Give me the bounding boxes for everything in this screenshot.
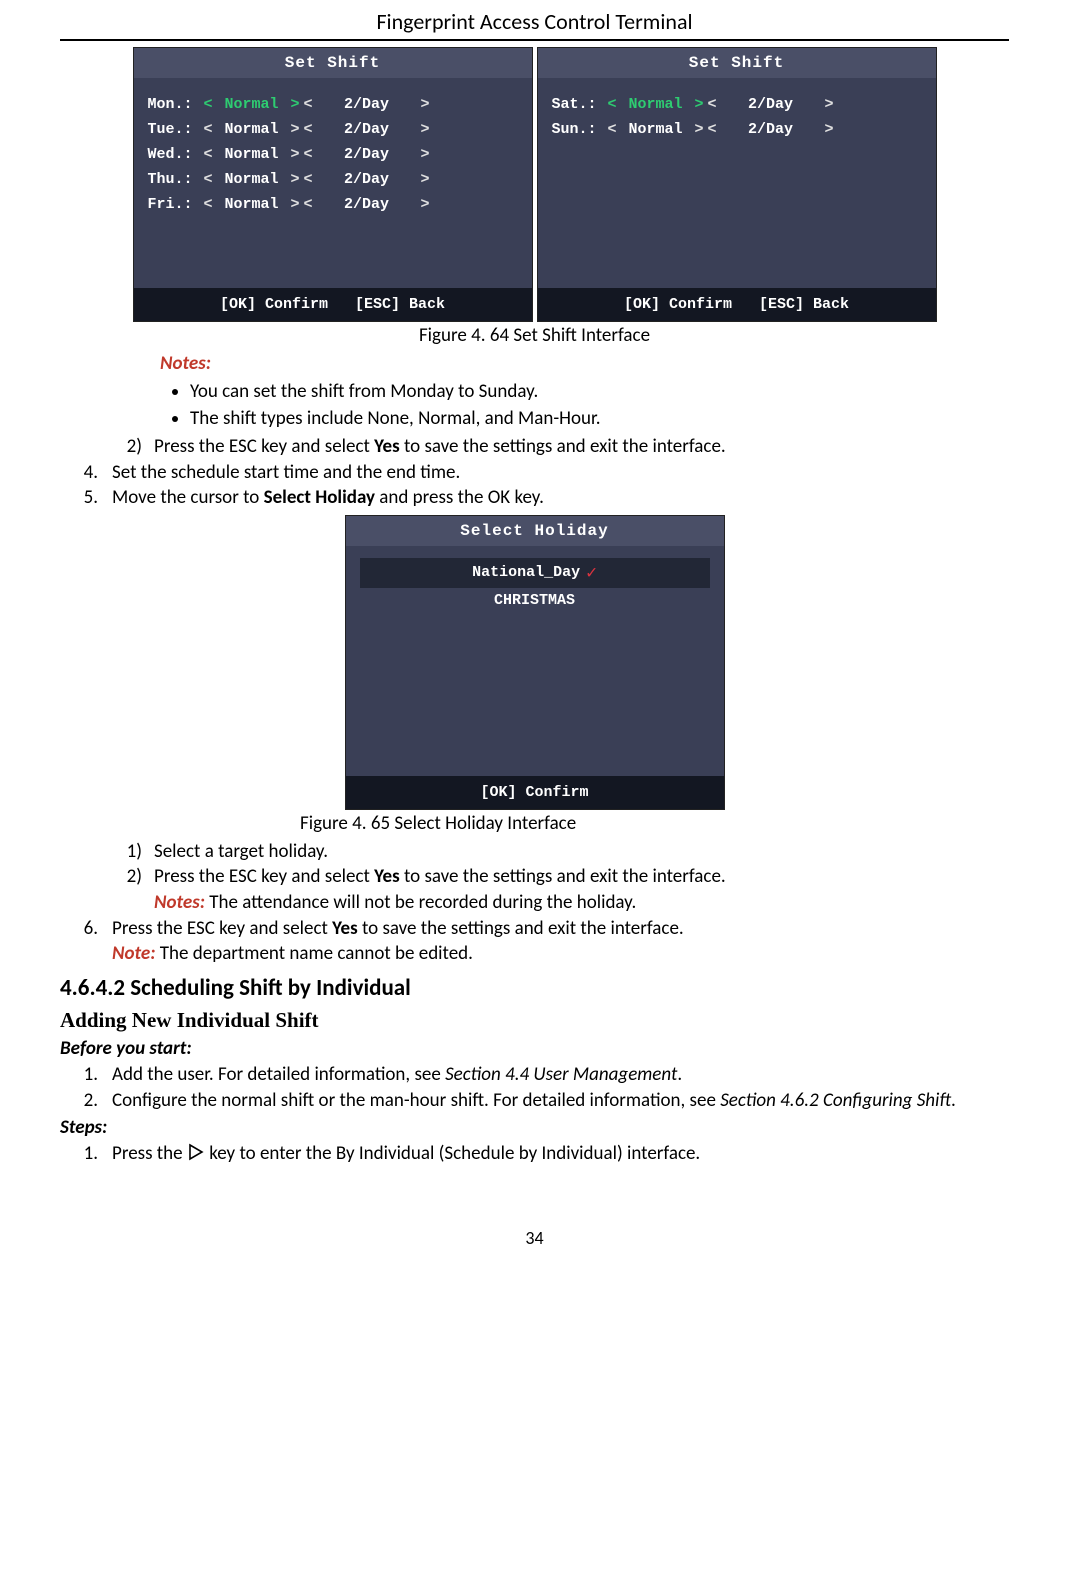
screen-right-title: Set Shift — [538, 48, 936, 78]
step-text: Press the ESC key and select Yes to save… — [112, 916, 684, 942]
step-text: Set the schedule start time and the end … — [112, 460, 460, 486]
step-text: Move the cursor to Select Holiday and pr… — [112, 485, 544, 511]
notes-text: The attendance will not be recorded duri… — [209, 891, 636, 914]
step-number: 2) — [120, 434, 142, 460]
set-shift-screen-right: Set Shift Sat.:<Normal><2/Day> Sun.:<Norm… — [537, 47, 937, 322]
shift-row: Thu.:<Normal><2/Day> — [148, 171, 518, 188]
step-number: 1) — [120, 839, 142, 865]
set-shift-figure: Set Shift Mon.:<Normal><2/Day> Tue.:<Norm… — [60, 47, 1009, 322]
before-you-start-label: Before you start: — [60, 1036, 1009, 1062]
select-holiday-screen: Select Holiday National_Day✓CHRISTMAS [O… — [345, 515, 725, 810]
holiday-footer: [OK] Confirm — [346, 776, 724, 809]
step-text: Select a target holiday. — [154, 839, 328, 865]
note-item: The shift types include None, Normal, an… — [190, 406, 1009, 432]
step-number: 1. — [80, 1062, 98, 1088]
figure-caption-2: Figure 4. 65 Select Holiday Interface — [300, 812, 1009, 835]
shift-row: Sun.:<Normal><2/Day> — [552, 121, 922, 138]
section-heading: 4.6.4.2 Scheduling Shift by Individual — [60, 973, 1009, 1004]
screen-right-footer: [OK] Confirm [ESC] Back — [538, 288, 936, 321]
screen-left-footer: [OK] Confirm [ESC] Back — [134, 288, 532, 321]
holiday-title: Select Holiday — [346, 516, 724, 546]
shift-row: Mon.:<Normal><2/Day> — [148, 96, 518, 113]
shift-row: Tue.:<Normal><2/Day> — [148, 121, 518, 138]
notes-list: You can set the shift from Monday to Sun… — [190, 379, 1009, 432]
note-text: Note: The department name cannot be edit… — [112, 941, 473, 967]
set-shift-screen-left: Set Shift Mon.:<Normal><2/Day> Tue.:<Norm… — [133, 47, 533, 322]
holiday-item: National_Day✓ — [360, 558, 710, 588]
notes-label: Notes: — [160, 352, 211, 375]
page-number: 34 — [60, 1227, 1009, 1249]
shift-row: Wed.:<Normal><2/Day> — [148, 146, 518, 163]
check-icon: ✓ — [586, 562, 597, 584]
step-number — [80, 941, 98, 967]
notes-label: Notes: — [154, 891, 209, 914]
figure-caption-1: Figure 4. 64 Set Shift Interface — [60, 324, 1009, 347]
step-text: Press the key to enter the By Individual… — [112, 1141, 700, 1167]
step-number: 6. — [80, 916, 98, 942]
subsection-heading: Adding New Individual Shift — [60, 1006, 1009, 1034]
right-triangle-icon — [187, 1142, 205, 1165]
step-number: 1. — [80, 1141, 98, 1167]
shift-row: Sat.:<Normal><2/Day> — [552, 96, 922, 113]
step-number: 2. — [80, 1088, 98, 1114]
note-item: You can set the shift from Monday to Sun… — [190, 379, 1009, 405]
shift-row: Fri.:<Normal><2/Day> — [148, 196, 518, 213]
step-number: 5. — [80, 485, 98, 511]
step-text: Press the ESC key and select Yes to save… — [154, 864, 726, 890]
step-text: Press the ESC key and select Yes to save… — [154, 434, 726, 460]
step-number: 4. — [80, 460, 98, 486]
step-text: Add the user. For detailed information, … — [112, 1062, 682, 1088]
step-text: Configure the normal shift or the man-ho… — [112, 1088, 956, 1114]
steps-label: Steps: — [60, 1115, 1009, 1141]
holiday-item: CHRISTMAS — [360, 588, 710, 613]
screen-left-title: Set Shift — [134, 48, 532, 78]
step-number: 2) — [120, 864, 142, 890]
page-header-title: Fingerprint Access Control Terminal — [60, 0, 1009, 41]
